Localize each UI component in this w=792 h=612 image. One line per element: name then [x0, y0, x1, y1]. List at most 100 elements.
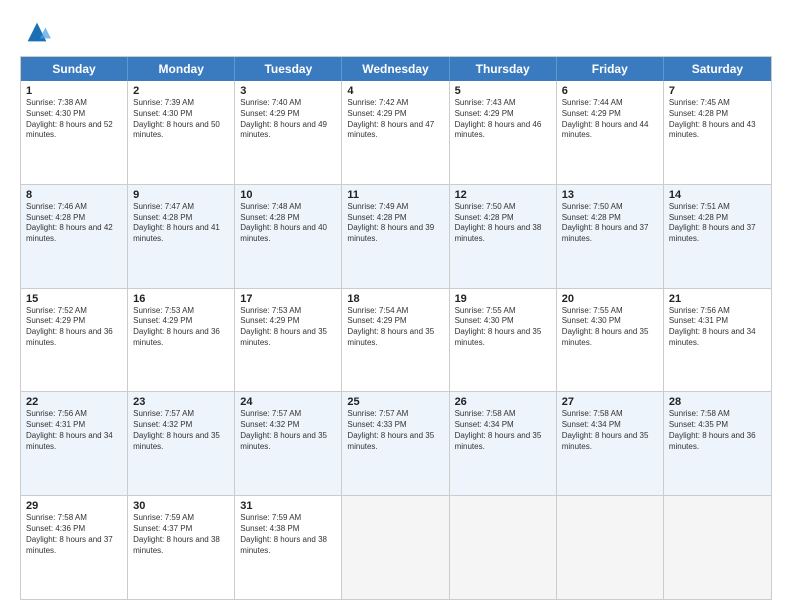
calendar-cell: 16Sunrise: 7:53 AMSunset: 4:29 PMDayligh… — [128, 289, 235, 392]
calendar-cell: 10Sunrise: 7:48 AMSunset: 4:28 PMDayligh… — [235, 185, 342, 288]
header-day: Saturday — [664, 57, 771, 81]
day-number: 27 — [562, 396, 658, 408]
day-number: 16 — [133, 293, 229, 305]
calendar-cell: 22Sunrise: 7:56 AMSunset: 4:31 PMDayligh… — [21, 392, 128, 495]
day-info: Sunrise: 7:57 AMSunset: 4:33 PMDaylight:… — [347, 409, 443, 452]
day-number: 28 — [669, 396, 766, 408]
calendar-cell — [664, 496, 771, 599]
day-number: 30 — [133, 500, 229, 512]
day-number: 8 — [26, 189, 122, 201]
calendar-cell — [557, 496, 664, 599]
day-number: 25 — [347, 396, 443, 408]
day-number: 6 — [562, 85, 658, 97]
calendar-cell: 24Sunrise: 7:57 AMSunset: 4:32 PMDayligh… — [235, 392, 342, 495]
calendar-row: 22Sunrise: 7:56 AMSunset: 4:31 PMDayligh… — [21, 391, 771, 495]
calendar-row: 29Sunrise: 7:58 AMSunset: 4:36 PMDayligh… — [21, 495, 771, 599]
calendar-header: SundayMondayTuesdayWednesdayThursdayFrid… — [21, 57, 771, 81]
day-number: 10 — [240, 189, 336, 201]
page: SundayMondayTuesdayWednesdayThursdayFrid… — [0, 0, 792, 612]
calendar-cell: 4Sunrise: 7:42 AMSunset: 4:29 PMDaylight… — [342, 81, 449, 184]
day-info: Sunrise: 7:44 AMSunset: 4:29 PMDaylight:… — [562, 98, 658, 141]
calendar-cell: 27Sunrise: 7:58 AMSunset: 4:34 PMDayligh… — [557, 392, 664, 495]
day-info: Sunrise: 7:39 AMSunset: 4:30 PMDaylight:… — [133, 98, 229, 141]
day-info: Sunrise: 7:58 AMSunset: 4:35 PMDaylight:… — [669, 409, 766, 452]
day-info: Sunrise: 7:56 AMSunset: 4:31 PMDaylight:… — [669, 306, 766, 349]
header — [20, 18, 772, 46]
day-info: Sunrise: 7:48 AMSunset: 4:28 PMDaylight:… — [240, 202, 336, 245]
day-info: Sunrise: 7:50 AMSunset: 4:28 PMDaylight:… — [455, 202, 551, 245]
calendar-cell: 25Sunrise: 7:57 AMSunset: 4:33 PMDayligh… — [342, 392, 449, 495]
calendar-cell: 18Sunrise: 7:54 AMSunset: 4:29 PMDayligh… — [342, 289, 449, 392]
calendar-cell: 7Sunrise: 7:45 AMSunset: 4:28 PMDaylight… — [664, 81, 771, 184]
day-info: Sunrise: 7:53 AMSunset: 4:29 PMDaylight:… — [133, 306, 229, 349]
calendar-cell: 30Sunrise: 7:59 AMSunset: 4:37 PMDayligh… — [128, 496, 235, 599]
day-number: 9 — [133, 189, 229, 201]
day-info: Sunrise: 7:56 AMSunset: 4:31 PMDaylight:… — [26, 409, 122, 452]
day-number: 31 — [240, 500, 336, 512]
day-number: 18 — [347, 293, 443, 305]
calendar-cell: 26Sunrise: 7:58 AMSunset: 4:34 PMDayligh… — [450, 392, 557, 495]
calendar-cell: 14Sunrise: 7:51 AMSunset: 4:28 PMDayligh… — [664, 185, 771, 288]
day-number: 17 — [240, 293, 336, 305]
calendar-cell: 2Sunrise: 7:39 AMSunset: 4:30 PMDaylight… — [128, 81, 235, 184]
day-number: 12 — [455, 189, 551, 201]
day-number: 11 — [347, 189, 443, 201]
day-info: Sunrise: 7:46 AMSunset: 4:28 PMDaylight:… — [26, 202, 122, 245]
day-info: Sunrise: 7:53 AMSunset: 4:29 PMDaylight:… — [240, 306, 336, 349]
calendar-cell: 1Sunrise: 7:38 AMSunset: 4:30 PMDaylight… — [21, 81, 128, 184]
day-info: Sunrise: 7:51 AMSunset: 4:28 PMDaylight:… — [669, 202, 766, 245]
calendar-cell: 17Sunrise: 7:53 AMSunset: 4:29 PMDayligh… — [235, 289, 342, 392]
day-info: Sunrise: 7:55 AMSunset: 4:30 PMDaylight:… — [562, 306, 658, 349]
calendar-body: 1Sunrise: 7:38 AMSunset: 4:30 PMDaylight… — [21, 81, 771, 599]
calendar-cell: 9Sunrise: 7:47 AMSunset: 4:28 PMDaylight… — [128, 185, 235, 288]
day-number: 22 — [26, 396, 122, 408]
calendar-cell: 15Sunrise: 7:52 AMSunset: 4:29 PMDayligh… — [21, 289, 128, 392]
day-info: Sunrise: 7:57 AMSunset: 4:32 PMDaylight:… — [240, 409, 336, 452]
day-info: Sunrise: 7:38 AMSunset: 4:30 PMDaylight:… — [26, 98, 122, 141]
calendar: SundayMondayTuesdayWednesdayThursdayFrid… — [20, 56, 772, 600]
day-info: Sunrise: 7:50 AMSunset: 4:28 PMDaylight:… — [562, 202, 658, 245]
day-info: Sunrise: 7:40 AMSunset: 4:29 PMDaylight:… — [240, 98, 336, 141]
day-number: 26 — [455, 396, 551, 408]
calendar-row: 1Sunrise: 7:38 AMSunset: 4:30 PMDaylight… — [21, 81, 771, 184]
calendar-cell: 21Sunrise: 7:56 AMSunset: 4:31 PMDayligh… — [664, 289, 771, 392]
day-number: 15 — [26, 293, 122, 305]
day-number: 29 — [26, 500, 122, 512]
header-day: Friday — [557, 57, 664, 81]
day-number: 21 — [669, 293, 766, 305]
calendar-cell: 29Sunrise: 7:58 AMSunset: 4:36 PMDayligh… — [21, 496, 128, 599]
day-info: Sunrise: 7:58 AMSunset: 4:34 PMDaylight:… — [455, 409, 551, 452]
calendar-cell: 23Sunrise: 7:57 AMSunset: 4:32 PMDayligh… — [128, 392, 235, 495]
day-info: Sunrise: 7:47 AMSunset: 4:28 PMDaylight:… — [133, 202, 229, 245]
day-number: 3 — [240, 85, 336, 97]
day-number: 5 — [455, 85, 551, 97]
header-day: Tuesday — [235, 57, 342, 81]
header-day: Thursday — [450, 57, 557, 81]
day-number: 13 — [562, 189, 658, 201]
day-number: 7 — [669, 85, 766, 97]
calendar-row: 8Sunrise: 7:46 AMSunset: 4:28 PMDaylight… — [21, 184, 771, 288]
header-day: Wednesday — [342, 57, 449, 81]
calendar-cell — [342, 496, 449, 599]
day-info: Sunrise: 7:55 AMSunset: 4:30 PMDaylight:… — [455, 306, 551, 349]
calendar-cell: 3Sunrise: 7:40 AMSunset: 4:29 PMDaylight… — [235, 81, 342, 184]
calendar-cell: 20Sunrise: 7:55 AMSunset: 4:30 PMDayligh… — [557, 289, 664, 392]
logo — [20, 18, 51, 46]
day-info: Sunrise: 7:49 AMSunset: 4:28 PMDaylight:… — [347, 202, 443, 245]
calendar-cell: 11Sunrise: 7:49 AMSunset: 4:28 PMDayligh… — [342, 185, 449, 288]
day-info: Sunrise: 7:59 AMSunset: 4:37 PMDaylight:… — [133, 513, 229, 556]
logo-icon — [23, 18, 51, 46]
calendar-row: 15Sunrise: 7:52 AMSunset: 4:29 PMDayligh… — [21, 288, 771, 392]
calendar-cell: 8Sunrise: 7:46 AMSunset: 4:28 PMDaylight… — [21, 185, 128, 288]
day-number: 20 — [562, 293, 658, 305]
calendar-cell: 12Sunrise: 7:50 AMSunset: 4:28 PMDayligh… — [450, 185, 557, 288]
day-number: 23 — [133, 396, 229, 408]
calendar-cell: 19Sunrise: 7:55 AMSunset: 4:30 PMDayligh… — [450, 289, 557, 392]
calendar-cell: 13Sunrise: 7:50 AMSunset: 4:28 PMDayligh… — [557, 185, 664, 288]
calendar-cell: 28Sunrise: 7:58 AMSunset: 4:35 PMDayligh… — [664, 392, 771, 495]
header-day: Monday — [128, 57, 235, 81]
day-info: Sunrise: 7:52 AMSunset: 4:29 PMDaylight:… — [26, 306, 122, 349]
day-number: 4 — [347, 85, 443, 97]
day-info: Sunrise: 7:58 AMSunset: 4:36 PMDaylight:… — [26, 513, 122, 556]
day-info: Sunrise: 7:54 AMSunset: 4:29 PMDaylight:… — [347, 306, 443, 349]
